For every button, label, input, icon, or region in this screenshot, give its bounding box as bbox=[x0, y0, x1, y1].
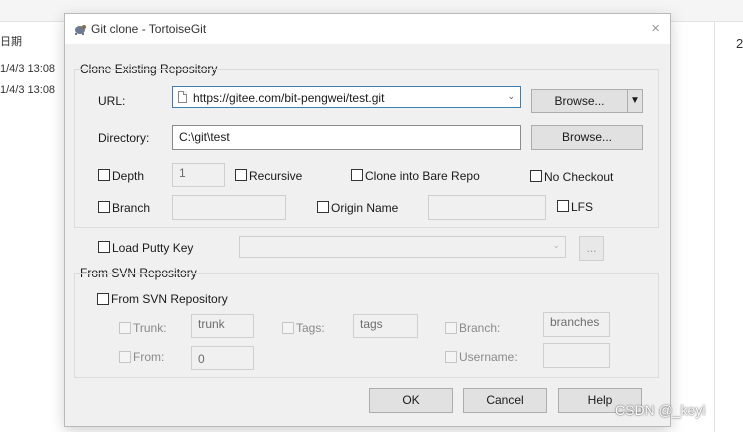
origin-name-label: Origin Name bbox=[331, 201, 399, 215]
depth-input[interactable]: 1 bbox=[172, 163, 225, 187]
cancel-button[interactable]: Cancel bbox=[463, 388, 547, 413]
load-putty-key-checkbox[interactable] bbox=[98, 241, 110, 253]
chevron-down-icon[interactable]: ⌄ bbox=[507, 91, 515, 102]
svn-checkbox-label: From SVN Repository bbox=[111, 292, 228, 306]
lfs-checkbox[interactable] bbox=[557, 200, 569, 212]
putty-key-combobox[interactable]: ⌄ bbox=[239, 236, 566, 258]
url-label: URL: bbox=[98, 94, 126, 108]
caret-down-icon: ▼ bbox=[630, 95, 640, 106]
close-icon[interactable]: × bbox=[651, 20, 660, 37]
background-text: 2 bbox=[736, 36, 743, 51]
no-checkout-label: No Checkout bbox=[544, 170, 614, 184]
directory-label: Directory: bbox=[98, 131, 150, 145]
url-value: https://gitee.com/bit-pengwei/test.git bbox=[193, 91, 385, 105]
svn-branch-input[interactable]: branches bbox=[543, 312, 610, 337]
url-browse-button[interactable]: Browse... bbox=[531, 89, 628, 113]
from-label: From: bbox=[133, 350, 165, 364]
watermark: CSDN @_keyi bbox=[615, 402, 706, 418]
dialog-title: Git clone - TortoiseGit bbox=[91, 22, 207, 36]
branch-input[interactable] bbox=[172, 195, 286, 220]
depth-checkbox[interactable] bbox=[98, 169, 110, 181]
pane-divider bbox=[714, 22, 715, 432]
no-checkout-checkbox[interactable] bbox=[530, 170, 542, 182]
lfs-label: LFS bbox=[571, 200, 594, 214]
chevron-down-icon: ⌄ bbox=[552, 240, 560, 250]
svn-branch-checkbox[interactable] bbox=[445, 322, 457, 334]
username-label: Username: bbox=[459, 350, 518, 364]
branch-label: Branch bbox=[112, 201, 151, 215]
ok-button[interactable]: OK bbox=[369, 388, 453, 413]
tags-label: Tags: bbox=[296, 321, 325, 335]
origin-name-checkbox[interactable] bbox=[317, 201, 329, 213]
from-input[interactable]: 0 bbox=[191, 346, 254, 370]
bare-repo-checkbox[interactable] bbox=[351, 169, 363, 181]
branch-checkbox[interactable] bbox=[98, 201, 110, 213]
username-input[interactable] bbox=[543, 343, 610, 368]
bare-repo-label: Clone into Bare Repo bbox=[365, 169, 480, 183]
directory-browse-button[interactable]: Browse... bbox=[531, 125, 643, 150]
svn-branch-label: Branch: bbox=[459, 321, 501, 335]
username-checkbox[interactable] bbox=[445, 351, 457, 363]
recursive-label: Recursive bbox=[249, 169, 303, 183]
origin-name-input[interactable] bbox=[428, 195, 546, 220]
trunk-input[interactable]: trunk bbox=[191, 314, 254, 338]
from-checkbox[interactable] bbox=[119, 351, 131, 363]
tags-input[interactable]: tags bbox=[353, 314, 418, 338]
git-clone-dialog: Git clone - TortoiseGit × Clone Existing… bbox=[64, 13, 671, 427]
file-icon bbox=[178, 91, 187, 103]
dialog-titlebar: Git clone - TortoiseGit × bbox=[65, 14, 670, 44]
trunk-checkbox[interactable] bbox=[119, 322, 131, 334]
browse-dropdown-button[interactable]: ▼ bbox=[627, 89, 643, 113]
tortoisegit-icon bbox=[75, 25, 86, 35]
depth-label: Depth bbox=[112, 169, 145, 183]
file-date-cell: 1/4/3 13:08 bbox=[0, 84, 56, 96]
directory-input[interactable]: C:\git\test bbox=[172, 125, 521, 150]
svn-checkbox[interactable] bbox=[97, 293, 109, 305]
date-column-header[interactable]: 日期 bbox=[0, 33, 22, 49]
file-date-cell: 1/4/3 13:08 bbox=[0, 63, 56, 75]
load-putty-key-label: Load Putty Key bbox=[112, 241, 194, 255]
trunk-label: Trunk: bbox=[133, 321, 167, 335]
url-combobox[interactable]: https://gitee.com/bit-pengwei/test.git ⌄ bbox=[172, 86, 521, 108]
putty-browse-button[interactable]: ... bbox=[579, 236, 604, 261]
tags-checkbox[interactable] bbox=[282, 322, 294, 334]
recursive-checkbox[interactable] bbox=[235, 169, 247, 181]
